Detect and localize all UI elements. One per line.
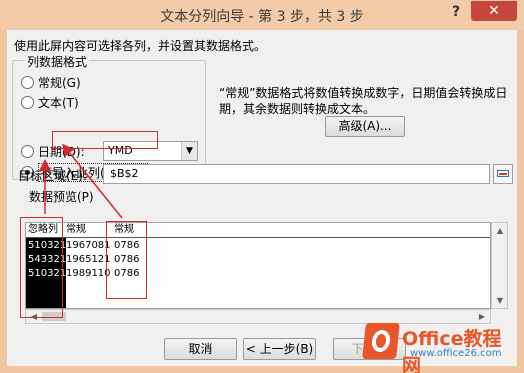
dialog-body: 使用此屏内容可选择各列，并设置其数据格式。 列数据格式 常规(G) 文本(T) … — [7, 30, 517, 366]
annotation-box-skipped-column — [20, 217, 63, 318]
instruction-text: 使用此屏内容可选择各列，并设置其数据格式。 — [14, 39, 267, 53]
target-input[interactable]: $B$2 — [103, 164, 490, 184]
chevron-down-icon[interactable]: ▼ — [181, 142, 197, 160]
data-preview[interactable]: 忽略列 常规 常规 510321 1967081 0786 543321 196… — [25, 222, 491, 309]
scroll-up-icon[interactable]: ▲ — [493, 224, 507, 237]
target-label: 目标区域(E): — [18, 169, 87, 183]
radio-text[interactable]: 文本(T) — [21, 93, 79, 111]
column-format-legend: 列数据格式 — [25, 53, 90, 70]
watermark-logo: Office教程网 www.office26.com — [360, 320, 520, 373]
preview-vertical-scrollbar[interactable]: ▲ ▼ — [491, 222, 508, 309]
radio-general-label: 常规(G) — [38, 75, 81, 90]
title-bar: 文本分列向导 - 第 3 步，共 3 步 ? ✕ — [0, 0, 524, 30]
watermark-url: www.office26.com — [410, 348, 502, 359]
radio-text-label: 文本(T) — [38, 95, 79, 110]
annotation-box-general-column — [106, 221, 147, 299]
format-description: “常规”数据格式将数值转换成数字，日期值会转换成日期，其余数据则转换成文本。 — [219, 86, 508, 116]
radio-general[interactable]: 常规(G) — [21, 73, 81, 91]
preview-header-divider — [26, 237, 490, 238]
preview-label: 数据预览(P) — [29, 190, 94, 204]
back-button[interactable]: < 上一步(B) — [243, 338, 316, 360]
preview-cell: 1989110 — [66, 268, 111, 279]
scroll-down-icon[interactable]: ▼ — [493, 294, 507, 307]
radio-button[interactable] — [21, 95, 34, 109]
annotation-box-skip-option — [52, 131, 158, 149]
radio-button[interactable] — [21, 144, 34, 158]
office-logo-icon — [362, 323, 400, 359]
close-button[interactable]: ✕ — [471, 1, 517, 21]
column-format-group: 列数据格式 常规(G) 文本(T) 日期(D): YMD ▼ 不导入此列(跳过)… — [12, 53, 206, 182]
preview-header-cell[interactable]: 常规 — [66, 223, 86, 237]
help-button[interactable]: ? — [444, 2, 468, 22]
range-picker-icon-accent — [499, 173, 507, 175]
cancel-button[interactable]: 取消 — [164, 338, 237, 360]
advanced-button[interactable]: 高级(A)... — [325, 116, 405, 137]
preview-cell: 1965121 — [66, 254, 111, 265]
radio-button[interactable] — [21, 75, 34, 89]
preview-cell: 1967081 — [66, 240, 111, 251]
range-picker-button[interactable] — [493, 164, 513, 184]
